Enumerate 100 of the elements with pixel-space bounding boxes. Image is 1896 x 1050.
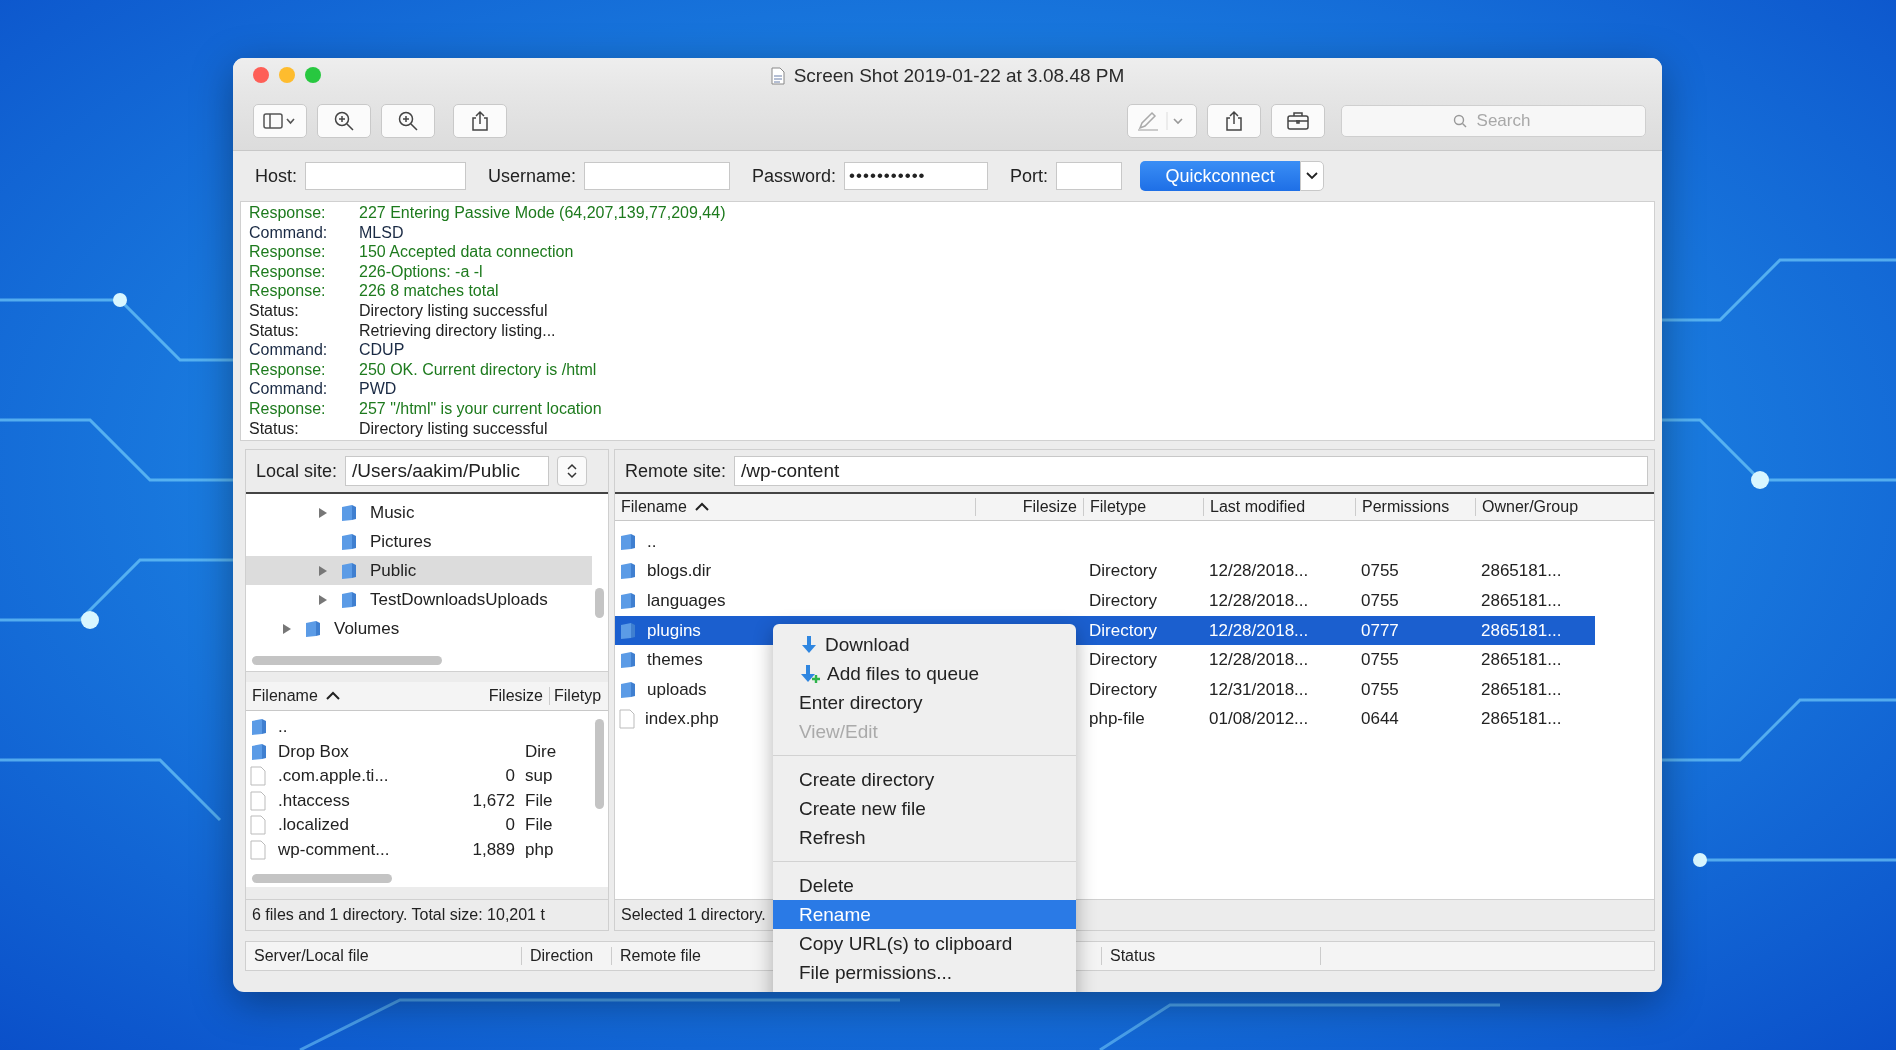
expand-arrow-icon	[318, 564, 328, 577]
column-header[interactable]: Filesize	[488, 687, 543, 705]
file-type: php-file	[1089, 709, 1145, 730]
last-modified: 12/28/2018...	[1209, 650, 1309, 671]
folder-icon	[619, 651, 637, 670]
menu-item[interactable]: Download	[773, 630, 1076, 659]
host-field[interactable]	[305, 162, 466, 190]
status-text: 6 files and 1 directory. Total size: 10,201 t	[252, 906, 545, 924]
remote-path-field[interactable]: /wp-content	[734, 456, 1648, 486]
file-type: Dire	[525, 741, 558, 762]
log-message: MLSD	[359, 222, 405, 243]
folder-icon	[340, 532, 358, 551]
file-name[interactable]: ..	[647, 531, 657, 552]
log-type: Response:	[249, 242, 327, 262]
menu-item[interactable]: File permissions...	[773, 958, 1076, 987]
file-name[interactable]: languages	[647, 591, 726, 611]
file-name[interactable]: themes	[647, 650, 703, 671]
file-type: File	[525, 815, 554, 836]
file-name: ..	[278, 717, 289, 738]
tree-item[interactable]: Music	[246, 498, 592, 527]
log-message: CDUP	[359, 340, 406, 360]
permissions: 0755	[1361, 591, 1399, 611]
last-modified: 12/28/2018...	[1209, 620, 1309, 641]
file-type: Directory	[1089, 620, 1157, 641]
sidebar-toggle-button[interactable]	[253, 104, 307, 138]
column-header[interactable]: Direction	[521, 947, 611, 965]
log-type: Response:	[249, 261, 327, 282]
owner-group: 2865181...	[1481, 679, 1562, 700]
column-header[interactable]: Permissions	[1362, 498, 1450, 516]
folder-icon	[250, 718, 268, 737]
log-type: Response:	[249, 203, 327, 223]
file-name[interactable]: blogs.dir	[647, 561, 712, 582]
scrollbar[interactable]	[252, 874, 392, 883]
log-message: Retrieving directory listing...	[359, 320, 557, 341]
menu-item[interactable]: Create new file	[773, 794, 1076, 823]
share-icon	[470, 110, 490, 132]
file-name[interactable]: index.php	[645, 709, 719, 730]
close-button[interactable]	[253, 67, 269, 83]
quickconnect-button[interactable]: Quickconnect	[1140, 161, 1301, 191]
scrollbar[interactable]	[595, 719, 604, 809]
file-name: .htaccess	[278, 790, 351, 811]
menu-item[interactable]: Copy URL(s) to clipboard	[773, 929, 1076, 958]
log-message: PWD	[359, 379, 398, 399]
toolbox-button[interactable]	[1271, 104, 1325, 138]
minimize-button[interactable]	[279, 67, 295, 83]
file-name[interactable]: plugins	[647, 620, 701, 641]
tree-item[interactable]: Pictures	[246, 527, 592, 556]
circuit-node	[81, 611, 99, 629]
menu-item[interactable]: Add files to queue	[773, 659, 1076, 688]
document-icon	[770, 67, 785, 85]
log-message: 226 8 matches total	[359, 281, 500, 301]
search-field[interactable]: Search	[1341, 105, 1646, 137]
local-path-field[interactable]: /Users/aakim/Public	[345, 456, 550, 486]
zoom-button[interactable]	[305, 67, 321, 83]
permissions: 0755	[1361, 679, 1399, 700]
password-field[interactable]: •••••••••••	[844, 162, 989, 190]
column-header[interactable]: Server/Local file	[246, 947, 521, 965]
column-header[interactable]: Status	[1101, 947, 1321, 965]
menu-item[interactable]: Create directory	[773, 765, 1076, 794]
zoom-in-button[interactable]	[317, 104, 371, 138]
menu-item[interactable]: Enter directory	[773, 688, 1076, 717]
column-header[interactable]: Filename	[621, 498, 687, 516]
column-header[interactable]: Filesize	[1022, 498, 1077, 516]
scrollbar[interactable]	[595, 588, 604, 618]
markup-button[interactable]	[1127, 104, 1197, 138]
last-modified: 01/08/2012...	[1209, 709, 1309, 730]
owner-group: 2865181...	[1481, 650, 1562, 671]
permissions: 0755	[1361, 650, 1399, 671]
column-header[interactable]: Owner/Group	[1482, 498, 1579, 516]
file-name: .com.apple.ti...	[278, 766, 390, 787]
file-type: Directory	[1089, 679, 1157, 700]
file-icon	[250, 790, 266, 811]
menu-item[interactable]: Rename	[773, 900, 1076, 929]
folder-icon	[340, 590, 358, 609]
column-header[interactable]: Filetype	[1090, 498, 1147, 516]
port-field[interactable]	[1056, 162, 1123, 190]
tree-item[interactable]: Volumes	[246, 614, 592, 643]
column-header[interactable]: Filetyp	[549, 687, 608, 705]
log-type: Response:	[249, 359, 327, 380]
password-label: Password:	[752, 165, 837, 187]
scrollbar[interactable]	[252, 656, 442, 665]
log-message: 150 Accepted data connection	[359, 242, 575, 262]
column-header[interactable]: Filename	[252, 687, 318, 705]
menu-item[interactable]: Refresh	[773, 823, 1076, 852]
tree-item[interactable]: Public	[246, 556, 592, 585]
path-dropdown[interactable]	[557, 456, 588, 486]
tree-item[interactable]: TestDownloadsUploads	[246, 585, 592, 614]
folder-icon	[619, 532, 637, 551]
zoom-in-button[interactable]	[381, 104, 435, 138]
file-name[interactable]: uploads	[647, 679, 707, 700]
log-type: Response:	[249, 281, 327, 301]
username-field[interactable]	[584, 162, 731, 190]
menu-item[interactable]: Delete	[773, 871, 1076, 900]
column-header[interactable]: Last modified	[1210, 498, 1306, 516]
expand-arrow-icon	[282, 622, 292, 635]
search-icon	[1453, 114, 1467, 128]
file-icon	[250, 766, 266, 787]
quickconnect-dropdown[interactable]	[1300, 161, 1325, 191]
folder-icon	[619, 621, 637, 640]
share-button[interactable]	[453, 104, 507, 138]
